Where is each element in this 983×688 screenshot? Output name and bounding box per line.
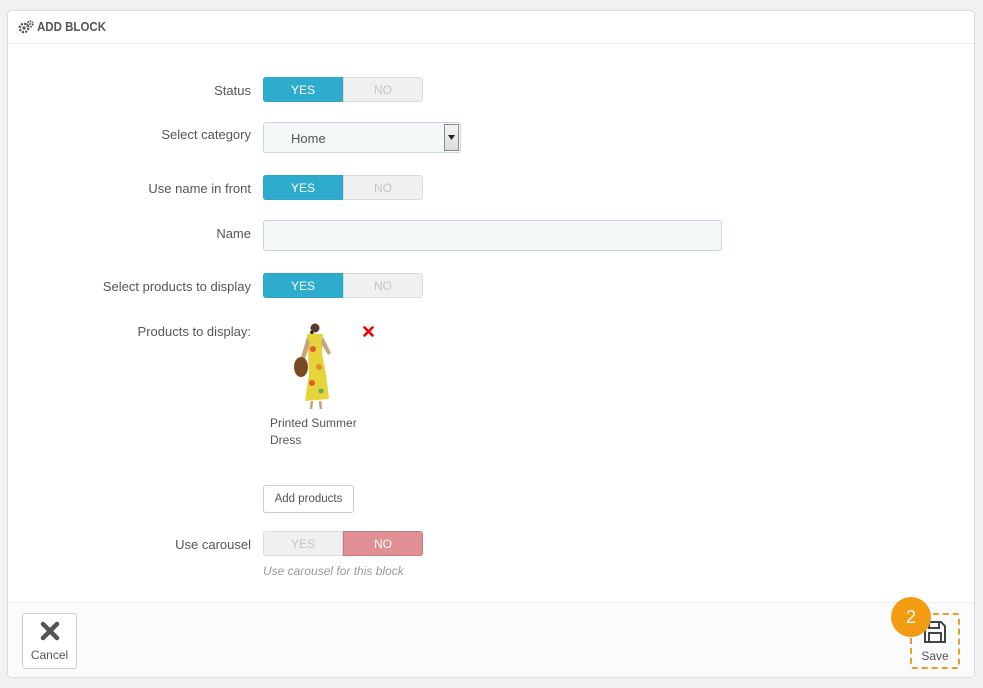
select-products-no-option[interactable]: NO <box>343 273 423 298</box>
status-switch[interactable]: YES NO <box>263 77 423 102</box>
carousel-help-text: Use carousel for this block <box>263 564 404 578</box>
save-label: Save <box>921 648 949 663</box>
panel-title: ADD BLOCK <box>37 20 106 34</box>
panel-heading: ADD BLOCK <box>8 11 974 44</box>
panel-footer: Cancel Save <box>8 602 974 677</box>
gears-icon <box>18 20 34 34</box>
add-products-button[interactable]: Add products <box>263 485 354 513</box>
step-badge: 2 <box>891 597 931 637</box>
use-name-no-option[interactable]: NO <box>343 175 423 200</box>
chevron-down-icon[interactable] <box>444 124 459 151</box>
products-label: Products to display: <box>137 324 251 339</box>
carousel-switch[interactable]: YES NO <box>263 531 423 556</box>
product-image <box>263 319 353 411</box>
close-icon <box>40 621 60 644</box>
remove-product-icon[interactable] <box>363 325 374 337</box>
select-products-switch[interactable]: YES NO <box>263 273 423 298</box>
category-row: Select category Home <box>8 122 974 153</box>
category-select[interactable]: Home <box>263 122 461 153</box>
carousel-yes-option[interactable]: YES <box>263 531 343 556</box>
product-card: Printed Summer Dress <box>263 319 374 449</box>
name-input[interactable] <box>263 220 722 251</box>
use-name-switch[interactable]: YES NO <box>263 175 423 200</box>
carousel-no-option[interactable]: NO <box>343 531 423 556</box>
status-yes-option[interactable]: YES <box>263 77 343 102</box>
product-name: Printed Summer Dress <box>270 416 357 447</box>
category-label: Select category <box>161 127 251 142</box>
add-block-panel: ADD BLOCK Status YES NO Select category … <box>7 10 975 678</box>
carousel-label: Use carousel <box>175 537 251 552</box>
select-products-label: Select products to display <box>102 279 251 294</box>
name-label: Name <box>216 226 251 241</box>
use-name-yes-option[interactable]: YES <box>263 175 343 200</box>
status-label: Status <box>214 83 251 98</box>
select-products-yes-option[interactable]: YES <box>263 273 343 298</box>
cancel-label: Cancel <box>30 647 69 662</box>
use-name-label: Use name in front <box>148 181 251 196</box>
status-no-option[interactable]: NO <box>343 77 423 102</box>
cancel-button[interactable]: Cancel <box>22 613 77 669</box>
category-value: Home <box>291 131 326 146</box>
